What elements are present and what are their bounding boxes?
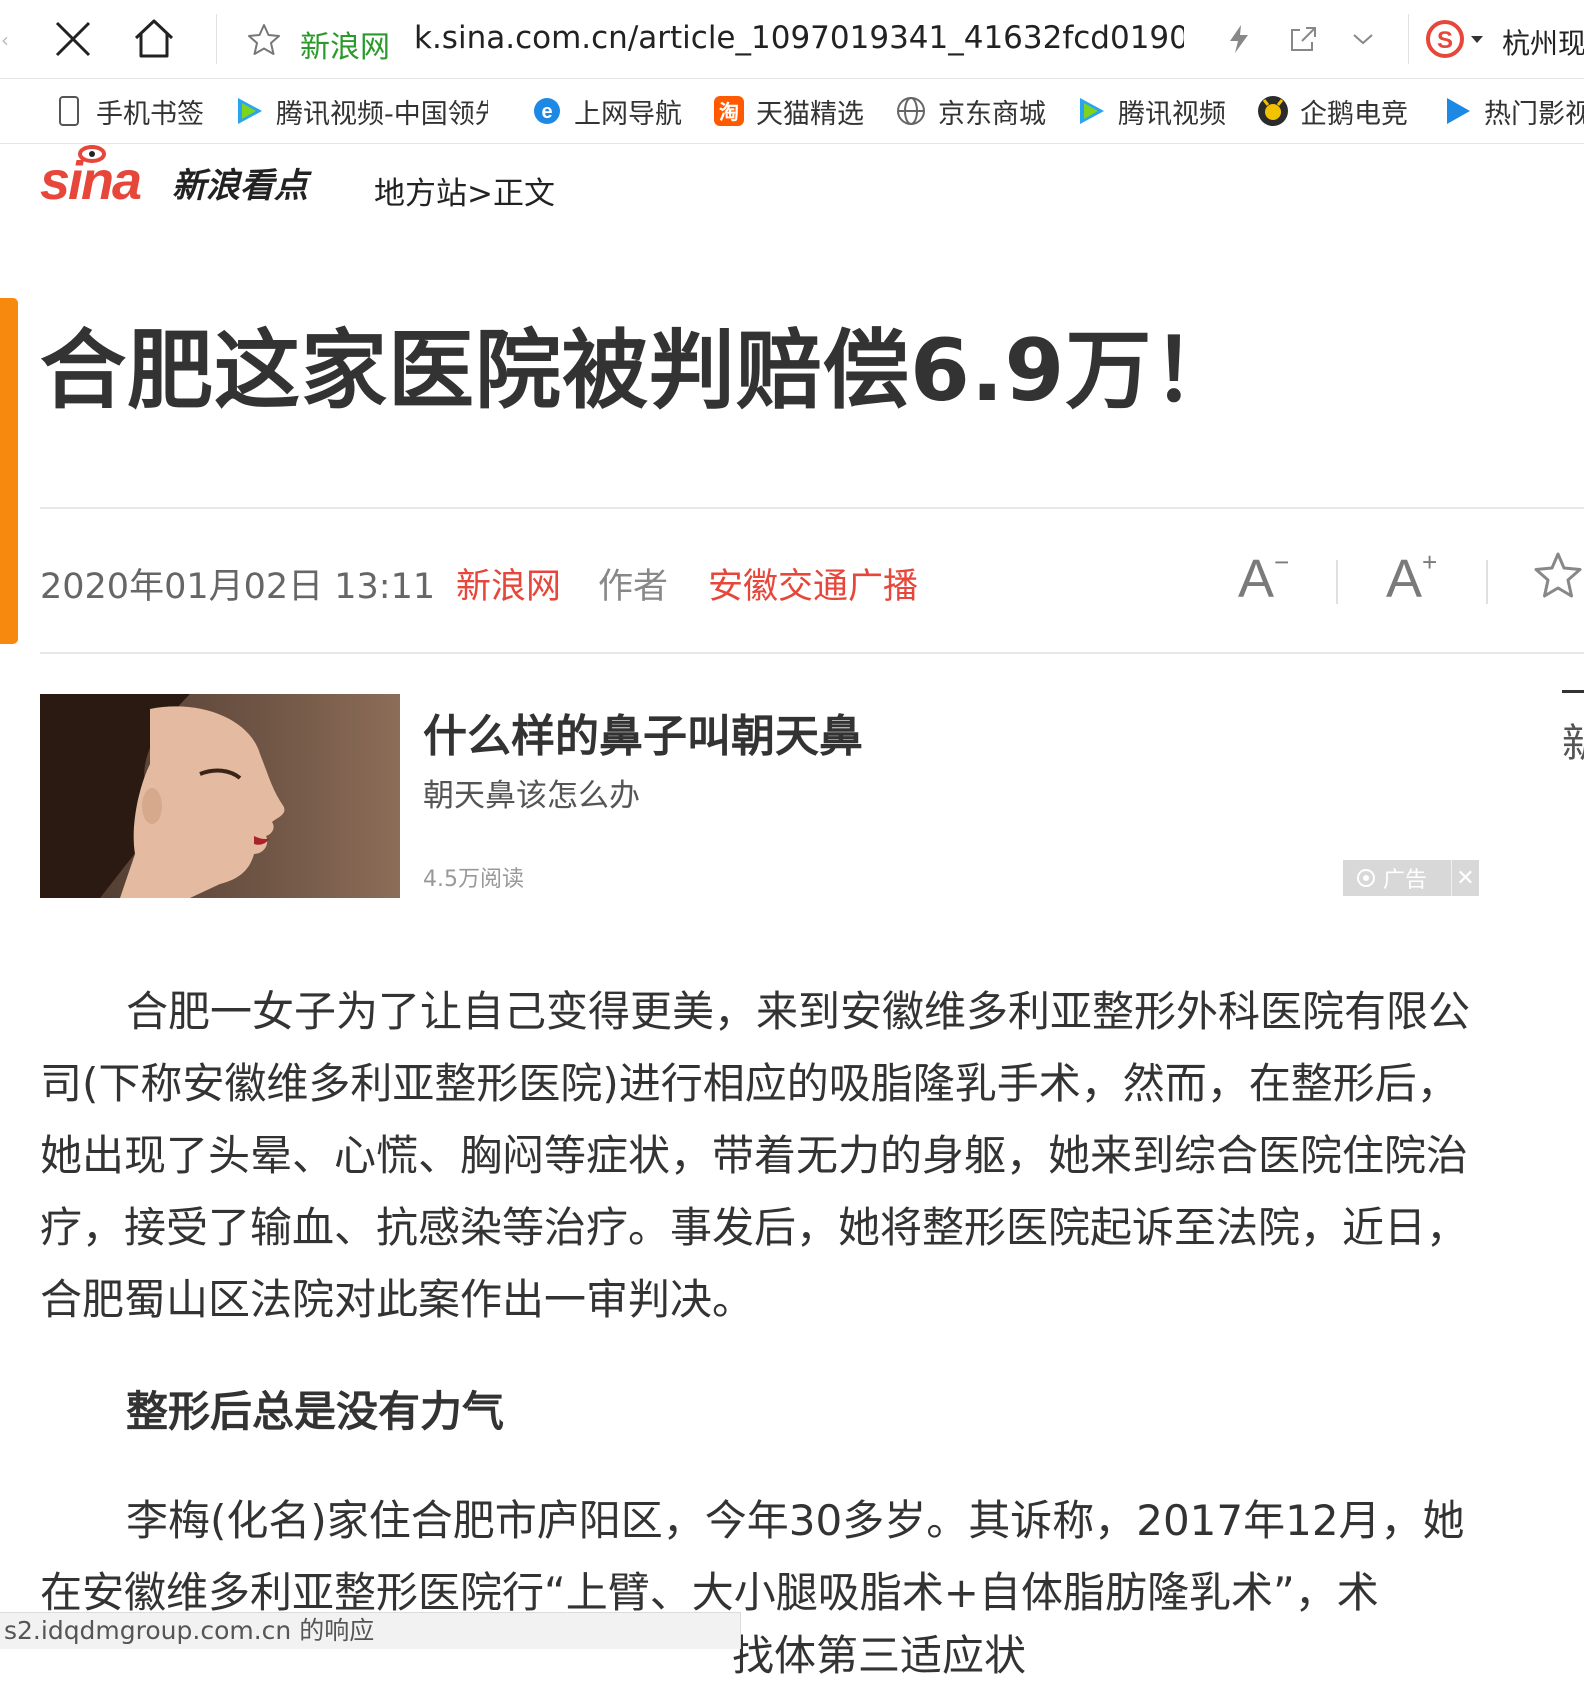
bookmark-label: 腾讯视频: [1118, 98, 1226, 130]
bookmark-tencent-video[interactable]: 腾讯视频: [1074, 93, 1226, 130]
bookmark-label: 上网导航: [574, 98, 682, 130]
play-icon: [1440, 94, 1474, 128]
bookmark-label: 腾讯视频-中国领先: [276, 98, 488, 130]
svg-text:淘: 淘: [719, 100, 739, 124]
status-text: s2.idqdmgroup.com.cn 的响应: [4, 1616, 375, 1645]
author-label: 作者: [598, 567, 669, 607]
article-paragraph: 李梅(化名)家住合肥市庐阳区，今年30多岁。其诉称，2017年12月，她在安徽维…: [40, 1496, 1465, 1617]
article-source[interactable]: 新浪网: [456, 558, 561, 609]
status-bar: s2.idqdmgroup.com.cn 的响应: [0, 1612, 741, 1649]
svg-text:e: e: [541, 101, 552, 123]
ad-close-icon[interactable]: ✕: [1452, 866, 1479, 891]
home-icon[interactable]: [128, 12, 180, 64]
bookmark-label: 热门影视: [1484, 98, 1584, 130]
bookmark-jd[interactable]: 京东商城: [894, 93, 1046, 130]
bookmark-penguin-esports[interactable]: 企鹅电竞: [1256, 93, 1408, 130]
chevron-down-icon[interactable]: [1346, 24, 1380, 54]
font-smaller-button[interactable]: A−: [1238, 547, 1290, 610]
logo-wordmark: sina: [40, 151, 141, 211]
sina-kandian-logo[interactable]: sina 新浪看点: [40, 143, 350, 223]
tool-divider: [1486, 560, 1488, 604]
share-icon[interactable]: [1286, 22, 1320, 56]
bookmark-tmall[interactable]: 淘 天猫精选: [712, 93, 864, 130]
penguin-icon: [1256, 94, 1290, 128]
divider: [40, 507, 1584, 509]
tool-divider: [1336, 560, 1338, 604]
bookmark-label: 京东商城: [938, 98, 1046, 130]
ad-badge: 广告 ✕: [1343, 860, 1479, 896]
font-smaller-glyph: A: [1238, 549, 1275, 609]
bookmark-label: 企鹅电竞: [1300, 98, 1408, 130]
globe-icon: [894, 94, 928, 128]
breadcrumb[interactable]: 地方站>正文: [374, 168, 555, 213]
ad-subtitle: 朝天鼻该怎么办: [423, 778, 640, 814]
site-name: 新浪网: [300, 30, 390, 65]
toolbar-divider: [1408, 14, 1409, 64]
font-larger-glyph: A: [1386, 549, 1423, 609]
bookmark-label: 手机书签: [96, 98, 204, 130]
ad-label: 广告: [1343, 860, 1452, 896]
sogou-icon[interactable]: S: [1424, 18, 1488, 60]
lightning-icon[interactable]: [1222, 22, 1256, 56]
font-larger-button[interactable]: A+: [1386, 547, 1438, 610]
article-title: 合肥这家医院被判赔偿6.9万！: [40, 321, 1240, 421]
phone-icon: [52, 94, 86, 128]
address-bar-url[interactable]: k.sina.com.cn/article_1097019341_41632fc…: [414, 20, 1184, 56]
ad-title[interactable]: 什么样的鼻子叫朝天鼻: [423, 700, 863, 764]
article-subheading: 整形后总是没有力气: [126, 1387, 505, 1436]
bookmark-tencent-video-long[interactable]: 腾讯视频-中国领先: [232, 93, 488, 130]
obscured-text: 找体第三适应状: [732, 1631, 1027, 1680]
logo-subtitle: 新浪看点: [172, 166, 312, 206]
bookmark-hot-movies[interactable]: 热门影视: [1440, 93, 1584, 130]
article-paragraph: 合肥一女子为了让自己变得更美，来到安徽维多利亚整形外科医院有限公司(下称安徽维多…: [40, 987, 1471, 1324]
ie-icon: e: [530, 94, 564, 128]
sidebar-dash: [1562, 690, 1584, 693]
tencent-video-icon: [232, 94, 266, 128]
plus-icon: +: [1422, 547, 1438, 577]
ad-image[interactable]: [40, 694, 400, 898]
ad-read-count: 4.5万阅读: [423, 867, 524, 892]
taobao-icon: 淘: [712, 94, 746, 128]
browser-toolbar: ‹ 新浪网 k.sina.com.cn/article_1097019341_4…: [0, 0, 1584, 79]
divider: [40, 652, 1584, 654]
article-author[interactable]: 安徽交通广播: [708, 558, 918, 609]
close-icon[interactable]: [48, 14, 98, 64]
location-city[interactable]: 杭州现: [1502, 22, 1584, 62]
right-sidebar-fragment: 新: [1562, 690, 1584, 769]
bookmark-label: 天猫精选: [756, 98, 864, 130]
ad-badge-text: 广告: [1383, 868, 1428, 893]
minus-icon: −: [1274, 547, 1290, 577]
article-date: 2020年01月02日 13:11: [40, 567, 436, 607]
ad-logo-icon: [1357, 869, 1375, 887]
sidebar-text: 新: [1562, 721, 1584, 767]
star-icon[interactable]: [244, 20, 284, 60]
side-tab[interactable]: [0, 298, 18, 644]
svg-text:S: S: [1437, 27, 1453, 54]
bookmarks-bar: 手机书签 腾讯视频-中国领先 e 上网导航 淘 天猫精选 京东商城 腾讯视频 企…: [0, 79, 1584, 144]
bookmark-navigation[interactable]: e 上网导航: [530, 93, 682, 130]
toolbar-divider: [216, 14, 217, 64]
bookmark-mobile[interactable]: 手机书签: [52, 93, 204, 130]
favorite-star-icon[interactable]: [1532, 548, 1584, 604]
ad-card[interactable]: 什么样的鼻子叫朝天鼻 朝天鼻该怎么办 4.5万阅读 广告 ✕: [40, 694, 1480, 898]
tencent-video-icon: [1074, 94, 1108, 128]
back-arrow-icon[interactable]: ‹: [0, 20, 10, 60]
